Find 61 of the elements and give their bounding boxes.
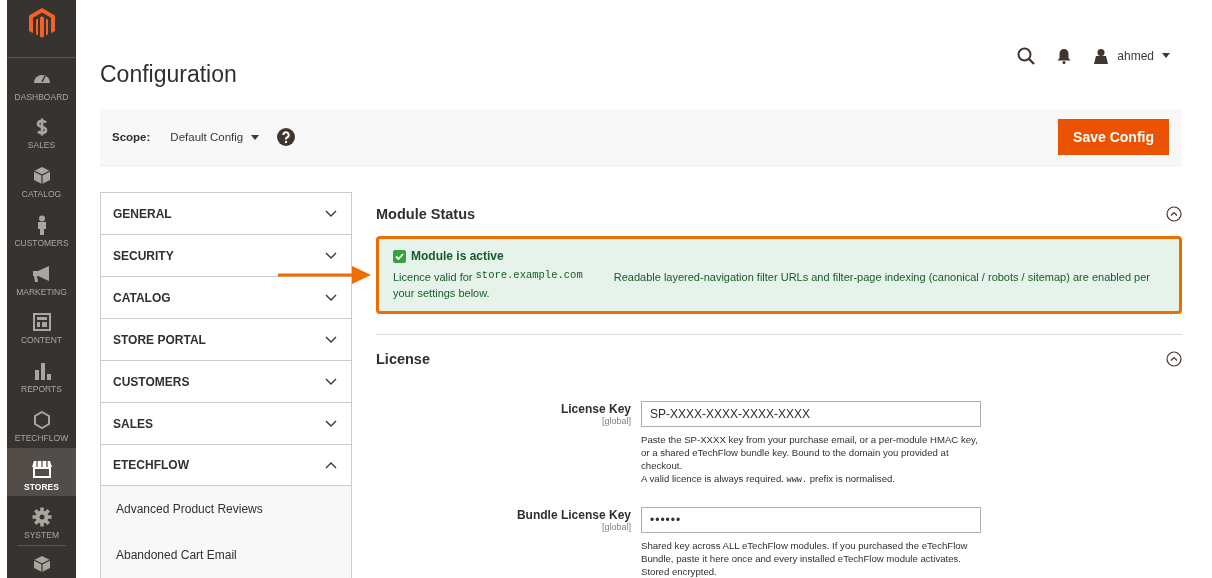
scope-dropdown[interactable]: Default Config — [170, 131, 260, 144]
field-label: Bundle License Key — [516, 508, 631, 522]
config-section-tab[interactable]: CUSTOMERS — [100, 360, 352, 402]
config-section-tab[interactable]: STORE PORTAL — [100, 318, 352, 360]
config-section-tab[interactable]: ETECHFLOW — [100, 444, 352, 486]
section-title: License — [376, 351, 430, 367]
scope-hint: [global] — [601, 416, 631, 426]
status-text: Licence valid for store.example.com Readable layered-navigation filter URLs and filter-page indexing (canonical / robots / sitemap) are enabled per your settings below. — [393, 268, 1151, 301]
chevron-icon — [325, 293, 337, 302]
layout-icon — [31, 312, 52, 333]
config-subsection-link[interactable]: Abandoned Cart Email — [100, 532, 352, 578]
chevron-icon — [325, 461, 337, 469]
collapse-icon[interactable] — [1166, 206, 1182, 222]
help-icon[interactable] — [277, 128, 296, 147]
sidebar-item[interactable]: CONTENT — [7, 301, 76, 351]
logo-icon[interactable] — [28, 8, 55, 39]
section-title: Module Status — [376, 206, 476, 222]
config-section-tab[interactable]: SECURITY — [100, 234, 352, 276]
blocks-icon[interactable] — [31, 554, 52, 574]
hexagon-icon — [31, 409, 52, 430]
store-icon — [31, 458, 52, 479]
scope-hint: [global] — [601, 522, 631, 532]
sidebar-item[interactable]: MARKETING — [7, 252, 76, 302]
field-label: License Key — [560, 402, 631, 416]
search-icon[interactable] — [1017, 46, 1036, 65]
bell-icon[interactable] — [1057, 47, 1072, 64]
sidebar-item[interactable]: SYSTEM — [7, 496, 76, 545]
box-icon — [31, 166, 52, 187]
config-subsection-link[interactable]: Advanced Product Reviews — [100, 486, 352, 532]
status-heading: Module is active — [411, 249, 504, 263]
sidebar-item[interactable]: ETECHFLOW — [7, 398, 76, 448]
license-key-field[interactable]: •••••• — [641, 507, 981, 533]
config-section-tab[interactable]: SALES — [100, 402, 352, 444]
chevron-icon — [325, 251, 337, 260]
sidebar-item[interactable]: DASHBOARD — [7, 57, 76, 107]
field-note: A valid licence is always required. www. prefix is normalised. — [641, 472, 896, 487]
arrow-icon — [278, 264, 372, 286]
chevron-icon — [325, 335, 337, 344]
chevron-icon — [325, 419, 337, 428]
chevron-icon — [325, 377, 337, 386]
user-menu[interactable]: ahmed — [1093, 47, 1170, 64]
megaphone-icon — [31, 263, 52, 284]
page-title: Configuration — [100, 61, 237, 89]
sidebar-item[interactable]: SALES — [7, 106, 76, 156]
config-section-tab[interactable]: CATALOG — [100, 276, 352, 318]
license-key-field[interactable]: SP-XXXX-XXXX-XXXX-XXXX — [641, 401, 981, 427]
sidebar-item[interactable]: CUSTOMERS — [7, 203, 76, 253]
field-note: Paste the SP-XXXX key from your purchase email, or a per-module HMAC key, or a shared eTechFlow bundle key. Bound to the domain you provided at checkout. — [641, 433, 979, 472]
chevron-icon — [325, 209, 337, 218]
save-config-button[interactable]: Save Config — [1058, 119, 1169, 156]
caret-icon — [1162, 53, 1170, 59]
collapse-icon[interactable] — [1166, 351, 1182, 367]
field-note: Shared key across ALL eTechFlow modules. If you purchased the eTechFlow Bundle, paste it here once and every installed eTechFlow module activates. Stored encrypted. — [641, 539, 969, 578]
scope-label: Scope: — [112, 131, 151, 144]
sidebar-item[interactable]: REPORTS — [7, 350, 76, 399]
settings-icon — [31, 507, 52, 528]
caret-icon — [251, 134, 260, 140]
config-section-tab[interactable]: GENERAL — [100, 192, 352, 234]
user-icon — [1093, 47, 1110, 64]
sidebar-item[interactable]: STORES — [7, 447, 76, 497]
sidebar-item[interactable]: CATALOG — [7, 155, 76, 204]
